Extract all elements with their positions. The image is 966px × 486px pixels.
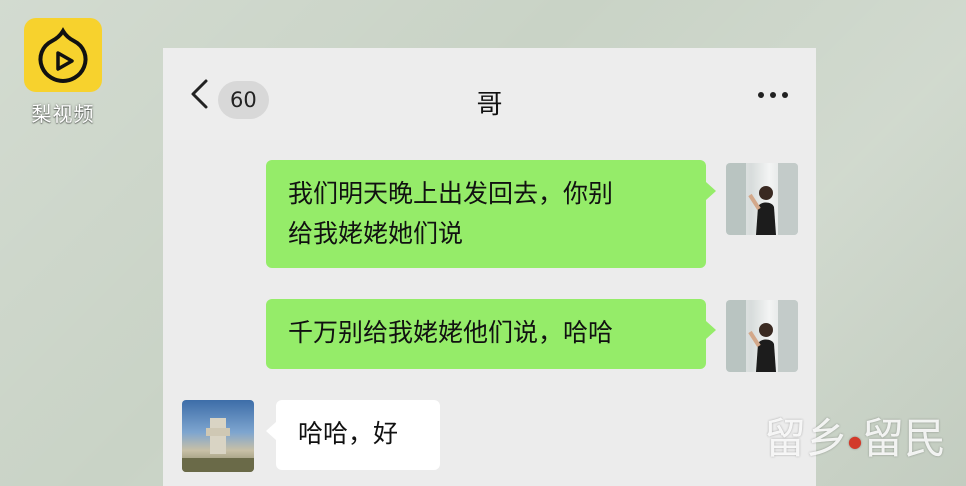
message-text: 千万别给我姥姥他们说，哈哈 <box>288 318 614 347</box>
red-dot-icon: ● <box>848 432 862 451</box>
my-avatar[interactable] <box>726 163 798 235</box>
my-avatar[interactable] <box>726 300 798 372</box>
person-photo-icon <box>726 163 798 235</box>
received-message-bubble[interactable]: 哈哈，好 <box>266 400 440 470</box>
message-text: 哈哈，好 <box>298 419 399 448</box>
more-dots-icon <box>758 92 764 98</box>
sent-message-bubble[interactable]: 我们明天晚上出发回去，你别 给我姥姥她们说 <box>266 160 716 268</box>
contact-avatar[interactable] <box>182 400 254 472</box>
more-options-button[interactable] <box>758 92 788 98</box>
channel-watermark: 留乡●留民 <box>763 414 946 463</box>
chat-title: 哥 <box>476 90 503 120</box>
message-text-line: 给我姥姥她们说 <box>288 219 464 248</box>
sent-message-bubble[interactable]: 千万别给我姥姥他们说，哈哈 <box>266 299 716 369</box>
logo-text: 梨视频 <box>31 102 95 126</box>
landmark-photo-icon <box>182 418 254 472</box>
person-photo-icon <box>726 300 798 372</box>
chat-header: 60 哥 <box>163 48 816 140</box>
message-text-line: 我们明天晚上出发回去，你别 <box>288 179 614 208</box>
chat-window: 60 哥 我们明天晚上出发回去，你别 给我姥姥她们说 千万别给我姥姥他们说，哈哈 <box>163 48 816 486</box>
pear-video-logo: 梨视频 <box>18 18 108 127</box>
pear-logo-icon <box>24 18 102 92</box>
